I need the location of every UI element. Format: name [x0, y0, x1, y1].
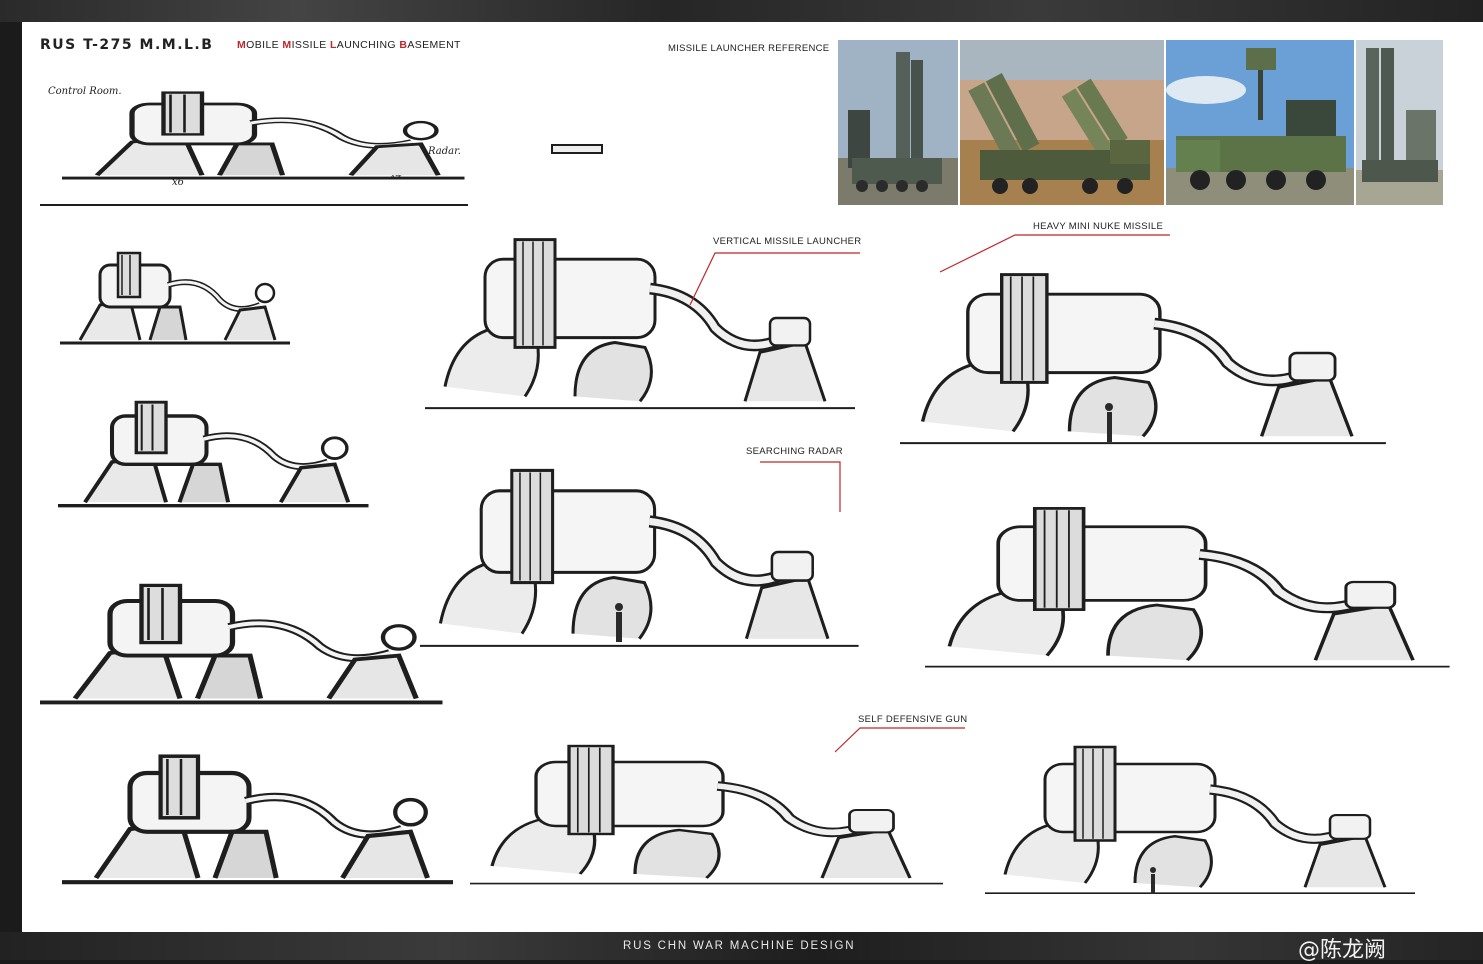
mech-sketches-layer	[0, 0, 1483, 932]
weibo-watermark: @陈龙阙	[1298, 938, 1387, 963]
footer-title: RUS CHN WAR MACHINE DESIGN	[623, 940, 856, 952]
